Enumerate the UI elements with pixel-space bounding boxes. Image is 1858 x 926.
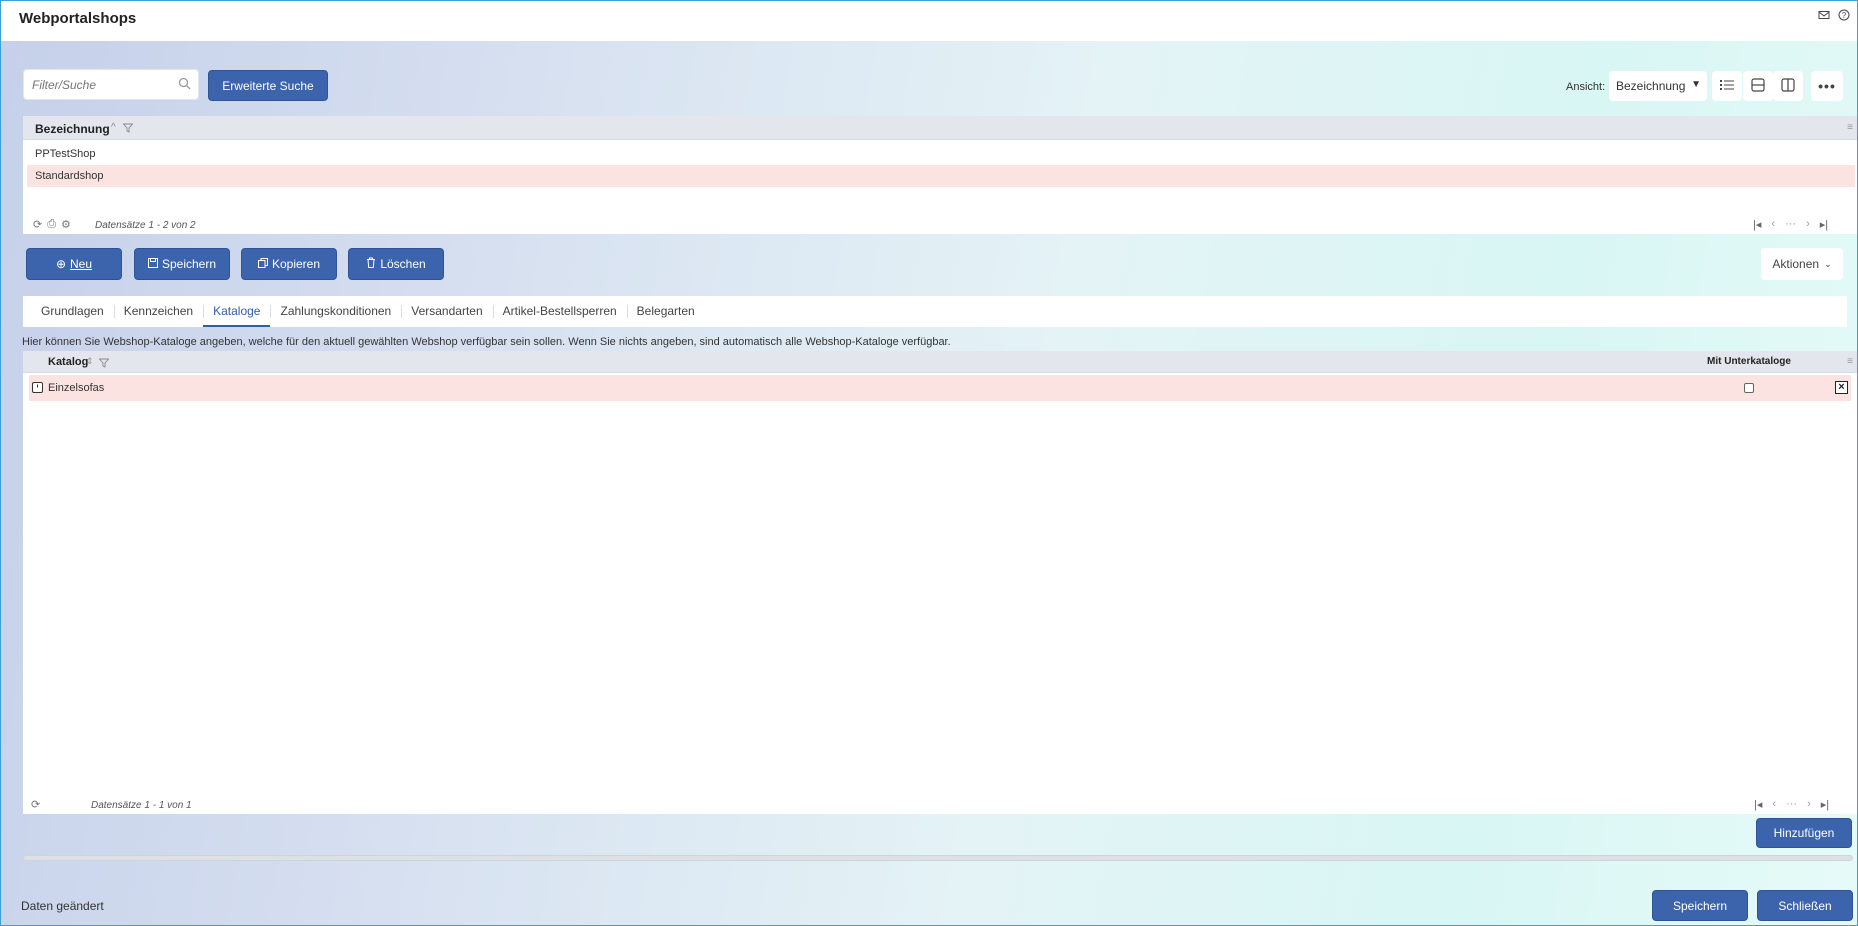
window-title: Webportalshops bbox=[19, 10, 137, 27]
save-button[interactable]: Speichern bbox=[134, 248, 230, 280]
split-horizontal-button[interactable] bbox=[1743, 71, 1773, 101]
table-row[interactable]: Einzelsofas × bbox=[29, 375, 1851, 401]
column-menu-icon[interactable]: ≡ bbox=[1847, 122, 1853, 133]
tab-grundlagen[interactable]: Grundlagen bbox=[31, 296, 114, 327]
shops-record-count: Datensätze 1 - 2 von 2 bbox=[95, 220, 196, 231]
close-button[interactable]: Schließen bbox=[1757, 890, 1853, 921]
prev-page-icon[interactable]: ‹ bbox=[1771, 218, 1775, 231]
column-header-bezeichnung[interactable]: Bezeichnung bbox=[35, 122, 110, 136]
tab-kennzeichen[interactable]: Kennzeichen bbox=[113, 296, 203, 327]
title-bar: Webportalshops ? bbox=[1, 1, 1857, 41]
footer-save-button[interactable]: Speichern bbox=[1652, 890, 1748, 921]
table-row-selected[interactable]: Standardshop bbox=[27, 165, 1855, 187]
search-icon[interactable] bbox=[178, 77, 192, 91]
refresh-icon[interactable]: ⟳ bbox=[31, 798, 40, 811]
catalogs-record-count: Datensätze 1 - 1 von 1 bbox=[91, 800, 192, 811]
view-select-value: Bezeichnung bbox=[1616, 79, 1686, 93]
search-box[interactable] bbox=[23, 69, 199, 100]
advanced-search-label: Erweiterte Suche bbox=[222, 78, 314, 93]
refresh-icon[interactable]: ⟳ bbox=[33, 218, 42, 231]
page-ellipsis-icon: ··· bbox=[1785, 218, 1797, 230]
chevron-down-icon: ⌄ bbox=[1824, 258, 1832, 269]
catalog-hint-text: Hier können Sie Webshop-Kataloge angeben… bbox=[22, 336, 951, 348]
print-icon[interactable]: ⎙ bbox=[47, 218, 56, 231]
tab-belegarten[interactable]: Belegarten bbox=[626, 296, 705, 327]
mail-icon[interactable] bbox=[1817, 9, 1831, 23]
column-menu-icon[interactable]: ≡ bbox=[1847, 356, 1853, 367]
delete-button[interactable]: Löschen bbox=[348, 248, 444, 280]
next-page-icon[interactable]: › bbox=[1807, 798, 1811, 811]
close-button-label: Schließen bbox=[1778, 898, 1832, 913]
split-vertical-icon bbox=[1781, 77, 1795, 95]
first-page-icon[interactable]: |◂ bbox=[1753, 218, 1761, 231]
shops-grid-header: Bezeichnung ^ ≡ bbox=[23, 116, 1857, 140]
catalogs-grid-header: Katalog ⇕ Mit Unterkataloge ≡ bbox=[23, 351, 1857, 373]
column-header-katalog[interactable]: Katalog bbox=[48, 356, 88, 368]
table-row[interactable]: PPTestShop bbox=[27, 143, 1855, 165]
new-button-label: Neu bbox=[70, 257, 93, 271]
actions-dropdown-label: Aktionen bbox=[1772, 257, 1820, 271]
remove-row-icon[interactable]: × bbox=[1835, 381, 1848, 394]
horizontal-scrollbar[interactable] bbox=[23, 855, 1853, 861]
row-expand-icon[interactable] bbox=[32, 382, 43, 393]
catalog-name: Einzelsofas bbox=[48, 382, 105, 394]
chevron-down-icon: ▼ bbox=[1691, 79, 1701, 90]
save-icon bbox=[147, 257, 158, 271]
settings-icon[interactable]: ⚙ bbox=[61, 218, 71, 231]
last-page-icon[interactable]: ▸| bbox=[1820, 218, 1828, 231]
list-view-button[interactable] bbox=[1712, 71, 1742, 101]
page-ellipsis-icon: ··· bbox=[1786, 798, 1798, 810]
plus-circle-icon: ⊕ bbox=[55, 257, 67, 271]
trash-icon bbox=[366, 257, 376, 271]
view-select[interactable]: Bezeichnung ▼ bbox=[1609, 71, 1707, 101]
copy-icon bbox=[257, 257, 268, 271]
with-subcatalogs-checkbox[interactable] bbox=[1744, 383, 1754, 393]
svg-text:?: ? bbox=[1842, 11, 1847, 20]
next-page-icon[interactable]: › bbox=[1806, 218, 1810, 231]
shops-grid: Bezeichnung ^ ≡ PPTestShop Standardshop … bbox=[23, 116, 1857, 234]
search-input[interactable] bbox=[24, 70, 174, 99]
advanced-search-button[interactable]: Erweiterte Suche bbox=[208, 70, 328, 101]
row-label: Standardshop bbox=[35, 170, 104, 182]
last-page-icon[interactable]: ▸| bbox=[1821, 798, 1829, 811]
tab-versandarten[interactable]: Versandarten bbox=[401, 296, 492, 327]
split-horizontal-icon bbox=[1751, 77, 1765, 95]
filter-icon[interactable] bbox=[122, 122, 134, 136]
split-vertical-button[interactable] bbox=[1773, 71, 1803, 101]
row-label: PPTestShop bbox=[35, 148, 96, 160]
copy-button-label: Kopieren bbox=[271, 257, 321, 271]
tab-kataloge[interactable]: Kataloge bbox=[203, 296, 271, 327]
column-header-mit-unterkataloge[interactable]: Mit Unterkataloge bbox=[1707, 356, 1791, 367]
add-button-label: Hinzufügen bbox=[1773, 826, 1835, 840]
delete-button-label: Löschen bbox=[380, 257, 426, 271]
ellipsis-icon: ••• bbox=[1818, 78, 1836, 94]
footer-save-label: Speichern bbox=[1672, 898, 1728, 913]
sort-asc-icon[interactable]: ^ bbox=[111, 122, 116, 133]
copy-button[interactable]: Kopieren bbox=[241, 248, 337, 280]
add-button[interactable]: Hinzufügen bbox=[1756, 818, 1852, 848]
catalogs-grid: Katalog ⇕ Mit Unterkataloge ≡ Einzelsofa… bbox=[23, 351, 1857, 814]
tab-bar: Grundlagen Kennzeichen Kataloge Zahlungs… bbox=[23, 296, 1847, 327]
tab-artikel-bestellsperren[interactable]: Artikel-Bestellsperren bbox=[492, 296, 627, 327]
status-text: Daten geändert bbox=[21, 899, 104, 913]
new-button[interactable]: ⊕ Neu bbox=[26, 248, 122, 280]
tab-zahlungskonditionen[interactable]: Zahlungskonditionen bbox=[270, 296, 401, 327]
filter-icon[interactable] bbox=[98, 357, 110, 371]
more-options-button[interactable]: ••• bbox=[1811, 71, 1843, 101]
view-label: Ansicht: bbox=[1566, 81, 1606, 93]
sort-icon[interactable]: ⇕ bbox=[86, 356, 94, 367]
list-icon bbox=[1720, 78, 1734, 94]
actions-dropdown[interactable]: Aktionen ⌄ bbox=[1761, 248, 1843, 280]
help-icon[interactable]: ? bbox=[1837, 9, 1851, 23]
save-button-label: Speichern bbox=[161, 257, 217, 271]
first-page-icon[interactable]: |◂ bbox=[1754, 798, 1762, 811]
prev-page-icon[interactable]: ‹ bbox=[1772, 798, 1776, 811]
